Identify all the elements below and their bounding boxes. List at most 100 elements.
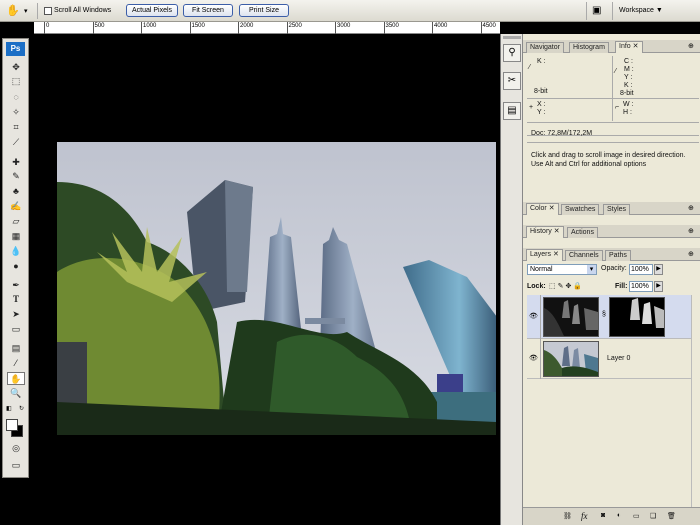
print-size-button[interactable]: Print Size: [239, 4, 289, 17]
crop-tool-icon[interactable]: ⌗: [7, 121, 25, 134]
layer-row-layer-0[interactable]: 👁 Layer 0: [527, 339, 700, 379]
close-icon[interactable]: ✕: [549, 205, 555, 212]
path-selection-icon[interactable]: ➤: [7, 308, 25, 321]
link-layers-icon[interactable]: ⛓: [563, 512, 572, 520]
grip[interactable]: [503, 36, 521, 39]
screen-mode-icon[interactable]: ▭: [7, 459, 25, 472]
add-mask-icon[interactable]: ◙: [601, 512, 605, 519]
actual-pixels-button[interactable]: Actual Pixels: [126, 4, 178, 17]
tool-preset-dropdown[interactable]: ▾: [24, 7, 28, 15]
doc-size: Doc: 72,8M/172,2M: [531, 130, 593, 137]
clone-stamp-icon[interactable]: ♣: [7, 185, 25, 198]
lock-paint-icon[interactable]: ✎: [558, 283, 566, 290]
brushes-panel-icon[interactable]: ⚲: [503, 44, 521, 62]
ruler-tick-label: 0: [46, 23, 50, 29]
quick-mask-icon[interactable]: ◎: [7, 442, 25, 455]
move-tool-icon[interactable]: ✥: [7, 61, 25, 74]
tab-styles[interactable]: Styles: [603, 204, 631, 215]
tab-actions[interactable]: Actions: [567, 227, 598, 238]
adjustment-layer-icon[interactable]: ◐: [617, 512, 621, 519]
layers-scrollbar[interactable]: [691, 295, 700, 517]
lock-all-icon[interactable]: 🔒: [573, 283, 584, 290]
visibility-eye-icon[interactable]: 👁: [527, 339, 541, 379]
opacity-field[interactable]: 100%: [629, 264, 653, 275]
layer-comps-icon[interactable]: ▤: [503, 102, 521, 120]
divider: [612, 56, 613, 98]
visibility-eye-icon[interactable]: 👁: [527, 295, 541, 339]
brush-tool-icon[interactable]: ✎: [7, 170, 25, 183]
link-icon[interactable]: §: [602, 311, 606, 318]
panel-menu-icon[interactable]: ⊕: [688, 227, 694, 235]
ruler-tick: [44, 22, 45, 34]
tab-layers[interactable]: Layers ✕: [526, 249, 563, 261]
tab-info-label: Info: [619, 43, 631, 50]
foreground-color-swatch[interactable]: [6, 419, 18, 431]
slice-tool-icon[interactable]: ⟋: [7, 136, 25, 149]
ruler-tick: [189, 22, 191, 34]
size-icon: ⌐: [615, 104, 620, 111]
ruler-tick-label: 2500: [288, 23, 302, 29]
lock-transparent-icon[interactable]: ⬚: [549, 283, 558, 290]
swap-colors-icon[interactable]: ↻: [19, 405, 24, 412]
fill-label: Fill:: [615, 283, 628, 290]
file-browser-icon[interactable]: ▣: [592, 5, 608, 17]
fit-screen-button[interactable]: Fit Screen: [183, 4, 233, 17]
eyedropper-icon: ⁄: [529, 64, 531, 71]
tool-presets-icon[interactable]: ✂: [503, 72, 521, 90]
layer-row-adjustment[interactable]: 👁 §: [527, 295, 700, 339]
ruler-tick: [238, 22, 239, 34]
document-image[interactable]: [57, 142, 496, 435]
tab-navigator[interactable]: Navigator: [526, 42, 564, 53]
healing-brush-icon[interactable]: ✚: [7, 156, 25, 169]
fill-slider-arrow-icon[interactable]: ▶: [654, 281, 663, 292]
layer-mask-thumbnail[interactable]: [609, 297, 665, 337]
ruler-tick: [335, 22, 336, 34]
hand-icon[interactable]: ✋: [6, 4, 22, 18]
fill-field[interactable]: 100%: [629, 281, 653, 292]
ruler-tick-label: 4500: [482, 23, 496, 29]
shape-tool-icon[interactable]: ▭: [7, 323, 25, 336]
eyedropper-tool-icon[interactable]: ⁄: [7, 357, 25, 370]
tab-swatches[interactable]: Swatches: [561, 204, 600, 215]
workspace-menu[interactable]: Workspace ▼: [619, 7, 663, 14]
close-icon[interactable]: ✕: [553, 251, 559, 258]
marquee-tool-icon[interactable]: ⬚: [7, 75, 25, 88]
gradient-tool-icon[interactable]: ▦: [7, 230, 25, 243]
info-y: Y :: [624, 74, 633, 81]
eraser-tool-icon[interactable]: ▱: [7, 215, 25, 228]
history-brush-icon[interactable]: ✍: [7, 200, 25, 213]
chevron-down-icon: ▼: [655, 7, 663, 14]
blur-tool-icon[interactable]: 💧: [7, 245, 25, 258]
panel-menu-icon[interactable]: ⊕: [688, 250, 694, 258]
scroll-all-windows-checkbox[interactable]: [44, 7, 52, 15]
panel-menu-icon[interactable]: ⊕: [688, 42, 694, 50]
tab-channels[interactable]: Channels: [565, 250, 603, 261]
blend-mode-select[interactable]: Normal ▾: [527, 264, 597, 275]
horizontal-ruler: 0 500 1000 1500 2000 2500 3000 3500 4000 4500: [34, 22, 500, 34]
divider: [37, 3, 38, 19]
tab-histogram[interactable]: Histogram: [569, 42, 609, 53]
panel-menu-icon[interactable]: ⊕: [688, 204, 694, 212]
zoom-tool-icon[interactable]: 🔍: [7, 387, 25, 400]
ps-logo[interactable]: Ps: [6, 42, 25, 56]
default-colors-icon[interactable]: ◧: [6, 405, 12, 412]
pen-tool-icon[interactable]: ✒: [7, 279, 25, 292]
new-layer-icon[interactable]: ❑: [650, 512, 656, 520]
notes-tool-icon[interactable]: ▤: [7, 342, 25, 355]
magic-wand-tool-icon[interactable]: ✧: [7, 106, 25, 119]
delete-layer-icon[interactable]: 🗑: [667, 512, 676, 520]
dodge-tool-icon[interactable]: ●: [7, 260, 25, 273]
group-icon[interactable]: ▭: [633, 512, 640, 520]
layer-style-icon[interactable]: fx: [581, 511, 588, 521]
close-icon[interactable]: ✕: [554, 228, 560, 235]
lasso-tool-icon[interactable]: ◌: [7, 91, 25, 104]
tab-history[interactable]: History ✕: [526, 226, 564, 238]
hand-tool-icon[interactable]: ✋: [7, 372, 25, 385]
lock-icons[interactable]: ⬚✎✥🔒: [549, 282, 584, 290]
close-icon[interactable]: ✕: [633, 43, 639, 50]
type-tool-icon[interactable]: T: [7, 293, 25, 306]
tab-info[interactable]: Info ✕: [615, 41, 643, 53]
tab-color[interactable]: Color ✕: [526, 203, 559, 215]
tab-paths[interactable]: Paths: [605, 250, 631, 261]
opacity-slider-arrow-icon[interactable]: ▶: [654, 264, 663, 275]
